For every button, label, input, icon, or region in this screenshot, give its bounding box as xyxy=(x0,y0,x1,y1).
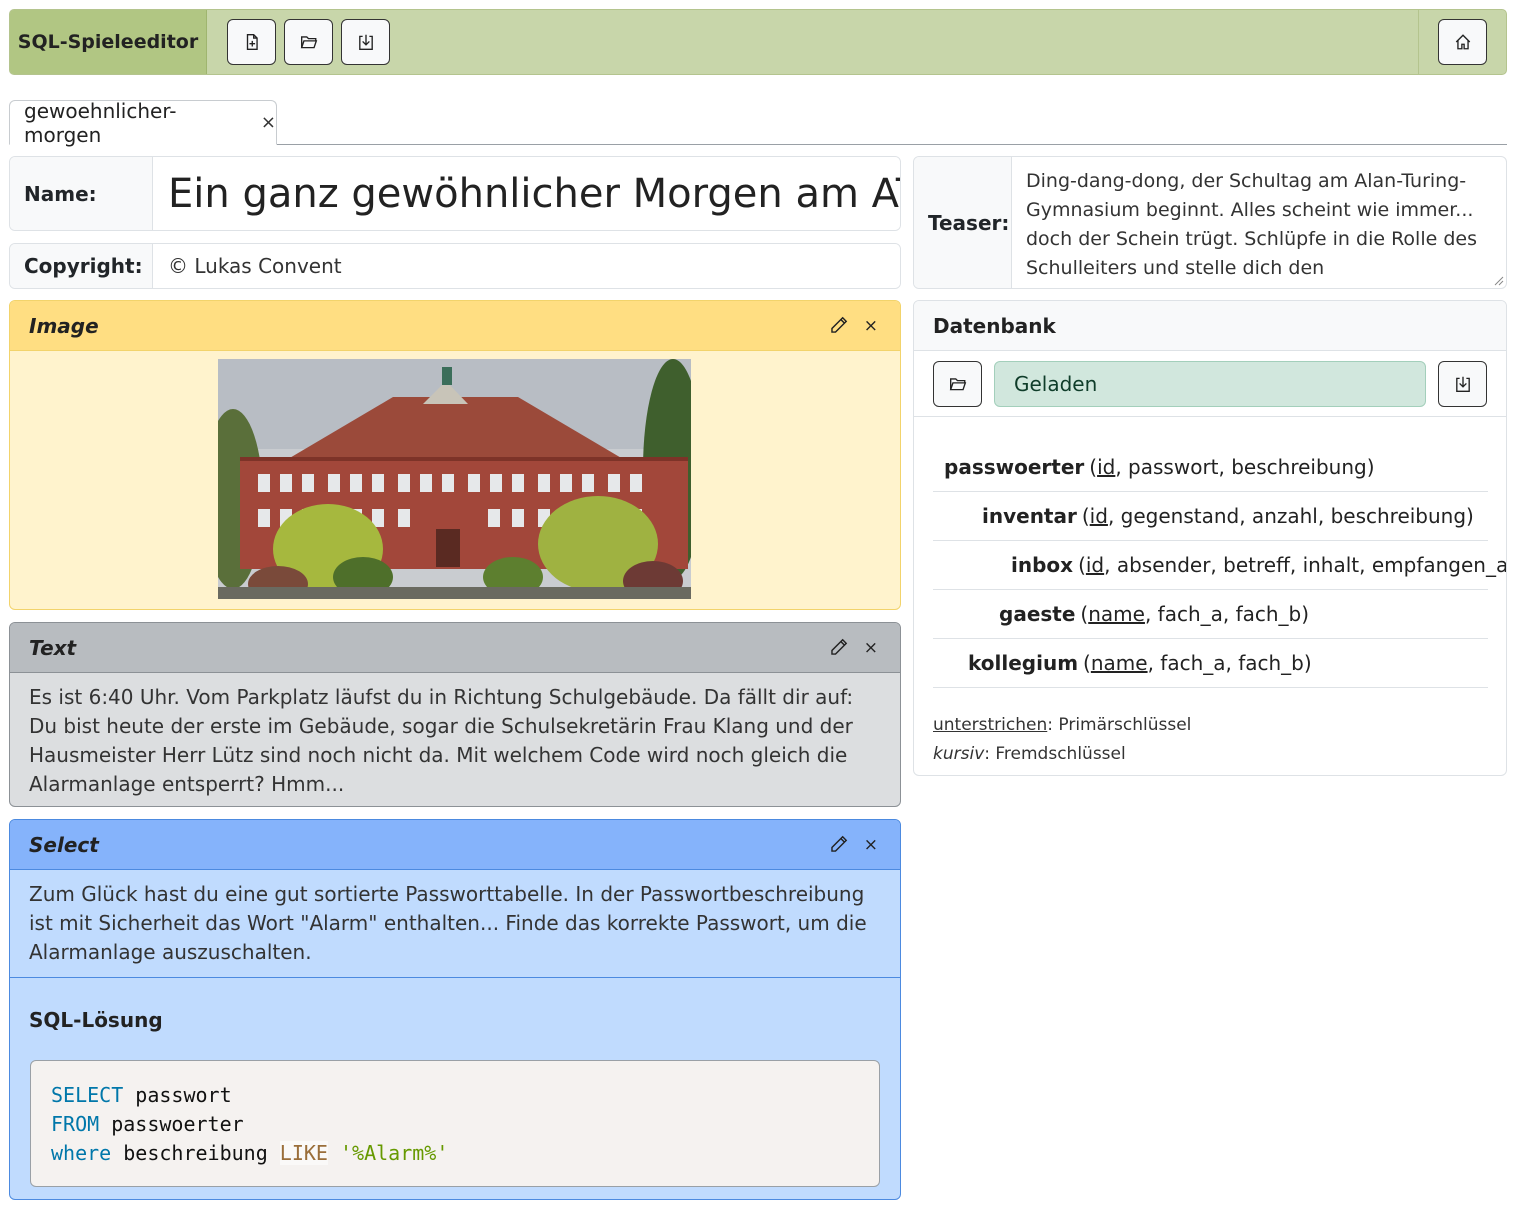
image-card-header: Image × xyxy=(10,301,900,351)
schema-row-gaeste: gaeste(name, fach_a, fach_b) xyxy=(933,590,1488,639)
legend-foreign-key: kursiv: Fremdschlüssel xyxy=(933,740,1191,769)
name-input[interactable]: Ein ganz gewöhnlicher Morgen am ATG? xyxy=(153,157,900,230)
table-name: kollegium xyxy=(968,651,1079,675)
code-operator: LIKE xyxy=(279,1141,328,1165)
teaser-text: Ding-dang-dong, der Schultag am Alan-Tur… xyxy=(1026,170,1477,288)
tab-gewoehnlicher-morgen[interactable]: gewoehnlicher-morgen × xyxy=(9,98,277,147)
sql-solution-heading: SQL-Lösung xyxy=(29,1008,163,1032)
schema-list: passwoerter(id, passwort, beschreibung) … xyxy=(933,443,1506,688)
code-text: passwort xyxy=(123,1083,232,1107)
schema-row-inventar: inventar(id, gegenstand, anzahl, beschre… xyxy=(933,492,1488,541)
app-brand[interactable]: SQL-Spieleeditor xyxy=(10,10,207,74)
code-line-3: where beschreibung LIKE '%Alarm%' xyxy=(51,1139,859,1168)
select-card: Select × Zum Glück hast du eine gut sort… xyxy=(9,819,901,1200)
name-label: Name: xyxy=(10,157,153,230)
primary-key: id xyxy=(1089,504,1108,528)
top-navbar: SQL-Spieleeditor xyxy=(9,9,1507,75)
folder-open-icon xyxy=(949,377,966,390)
download-icon xyxy=(358,34,373,50)
database-card-title: Datenbank xyxy=(933,313,1056,338)
pencil-icon[interactable] xyxy=(829,638,848,657)
tab-close-icon[interactable]: × xyxy=(261,112,276,133)
new-file-button[interactable] xyxy=(227,19,276,65)
legend-term: kursiv xyxy=(933,744,985,764)
primary-key: name xyxy=(1090,651,1148,675)
code-keyword: FROM xyxy=(51,1112,100,1136)
text-card-body: Es ist 6:40 Uhr. Vom Parkplatz läufst du… xyxy=(29,685,854,796)
code-text: beschreibung xyxy=(111,1141,280,1165)
home-icon xyxy=(1455,34,1470,50)
teaser-textarea[interactable]: Ding-dang-dong, der Schultag am Alan-Tur… xyxy=(1012,157,1506,288)
table-columns: , gegenstand, anzahl, beschreibung) xyxy=(1107,504,1474,528)
code-keyword: where xyxy=(51,1141,112,1165)
code-keyword: SELECT xyxy=(51,1083,124,1107)
schema-row-kollegium: kollegium(name, fach_a, fach_b) xyxy=(933,639,1488,688)
primary-key: id xyxy=(1097,455,1116,479)
copyright-field-group: Copyright: © Lukas Convent xyxy=(9,243,901,289)
toolbar xyxy=(207,10,1418,74)
select-card-body: Zum Glück hast du eine gut sortierte Pas… xyxy=(29,882,867,964)
table-name: inventar xyxy=(982,504,1077,528)
text-card-title: Text xyxy=(29,635,77,660)
database-status-badge: Geladen xyxy=(994,360,1426,407)
table-columns: , absender, betreff, inhalt, empfangen_a… xyxy=(1104,553,1507,577)
legend-term: unterstrichen xyxy=(933,715,1048,735)
database-card: Datenbank Geladen passwoerter(id, passwo… xyxy=(913,300,1507,776)
close-icon[interactable]: × xyxy=(864,316,878,336)
pencil-icon[interactable] xyxy=(829,316,848,335)
primary-key: name xyxy=(1088,602,1145,626)
table-columns: , fach_a, fach_b) xyxy=(1147,651,1312,675)
nav-right-area xyxy=(1418,10,1506,74)
code-line-2: FROM passwoerter xyxy=(51,1110,859,1139)
table-name: gaeste xyxy=(999,602,1076,626)
file-plus-icon xyxy=(246,34,258,50)
image-card: Image × xyxy=(9,300,901,610)
copyright-input[interactable]: © Lukas Convent xyxy=(153,244,900,288)
text-card-header: Text × xyxy=(10,623,900,673)
load-database-button[interactable] xyxy=(933,360,982,407)
save-download-button[interactable] xyxy=(341,19,390,65)
tab-label: gewoehnlicher-morgen xyxy=(24,98,177,147)
teaser-label: Teaser: xyxy=(914,157,1012,288)
select-card-header: Select × xyxy=(10,820,900,870)
image-card-title: Image xyxy=(29,313,99,338)
pencil-icon[interactable] xyxy=(829,835,848,854)
schema-row-passwoerter: passwoerter(id, passwort, beschreibung) xyxy=(933,443,1488,492)
teaser-field-group: Teaser: Ding-dang-dong, der Schultag am … xyxy=(913,156,1507,289)
folder-open-icon xyxy=(300,36,317,49)
school-building-image xyxy=(218,359,691,599)
database-toolbar: Geladen xyxy=(914,351,1506,417)
download-icon xyxy=(1455,376,1470,392)
download-database-button[interactable] xyxy=(1438,360,1487,407)
schema-legend: unterstrichen: Primärschlüssel kursiv: F… xyxy=(933,711,1191,769)
schema-row-inbox: inbox(id, absender, betreff, inhalt, emp… xyxy=(933,541,1506,590)
copyright-label: Copyright: xyxy=(10,244,153,288)
resize-handle-icon[interactable] xyxy=(1494,276,1504,286)
open-folder-button[interactable] xyxy=(284,19,333,65)
database-card-header: Datenbank xyxy=(914,301,1506,351)
name-field-group: Name: Ein ganz gewöhnlicher Morgen am AT… xyxy=(9,156,901,231)
primary-key: id xyxy=(1085,553,1105,577)
sql-code-block[interactable]: SELECT passwort FROM passwoerter where b… xyxy=(30,1060,880,1187)
code-string: '%Alarm%' xyxy=(340,1141,449,1165)
tab-bar: gewoehnlicher-morgen × xyxy=(9,98,1507,147)
legend-primary-key: unterstrichen: Primärschlüssel xyxy=(933,711,1191,740)
close-icon[interactable]: × xyxy=(864,638,878,658)
select-card-title: Select xyxy=(29,832,99,857)
code-line-1: SELECT passwort xyxy=(51,1081,859,1110)
home-button[interactable] xyxy=(1438,19,1487,65)
legend-desc: : Primärschlüssel xyxy=(1047,715,1192,735)
close-icon[interactable]: × xyxy=(864,835,878,855)
text-card: Text × Es ist 6:40 Uhr. Vom Parkplatz lä… xyxy=(9,622,901,807)
table-name: passwoerter xyxy=(944,455,1085,479)
legend-desc: : Fremdschlüssel xyxy=(984,744,1126,764)
table-columns: , passwort, beschreibung) xyxy=(1115,455,1375,479)
code-text: passwoerter xyxy=(99,1112,244,1136)
table-name: inbox xyxy=(1011,553,1074,577)
table-columns: , fach_a, fach_b) xyxy=(1144,602,1310,626)
